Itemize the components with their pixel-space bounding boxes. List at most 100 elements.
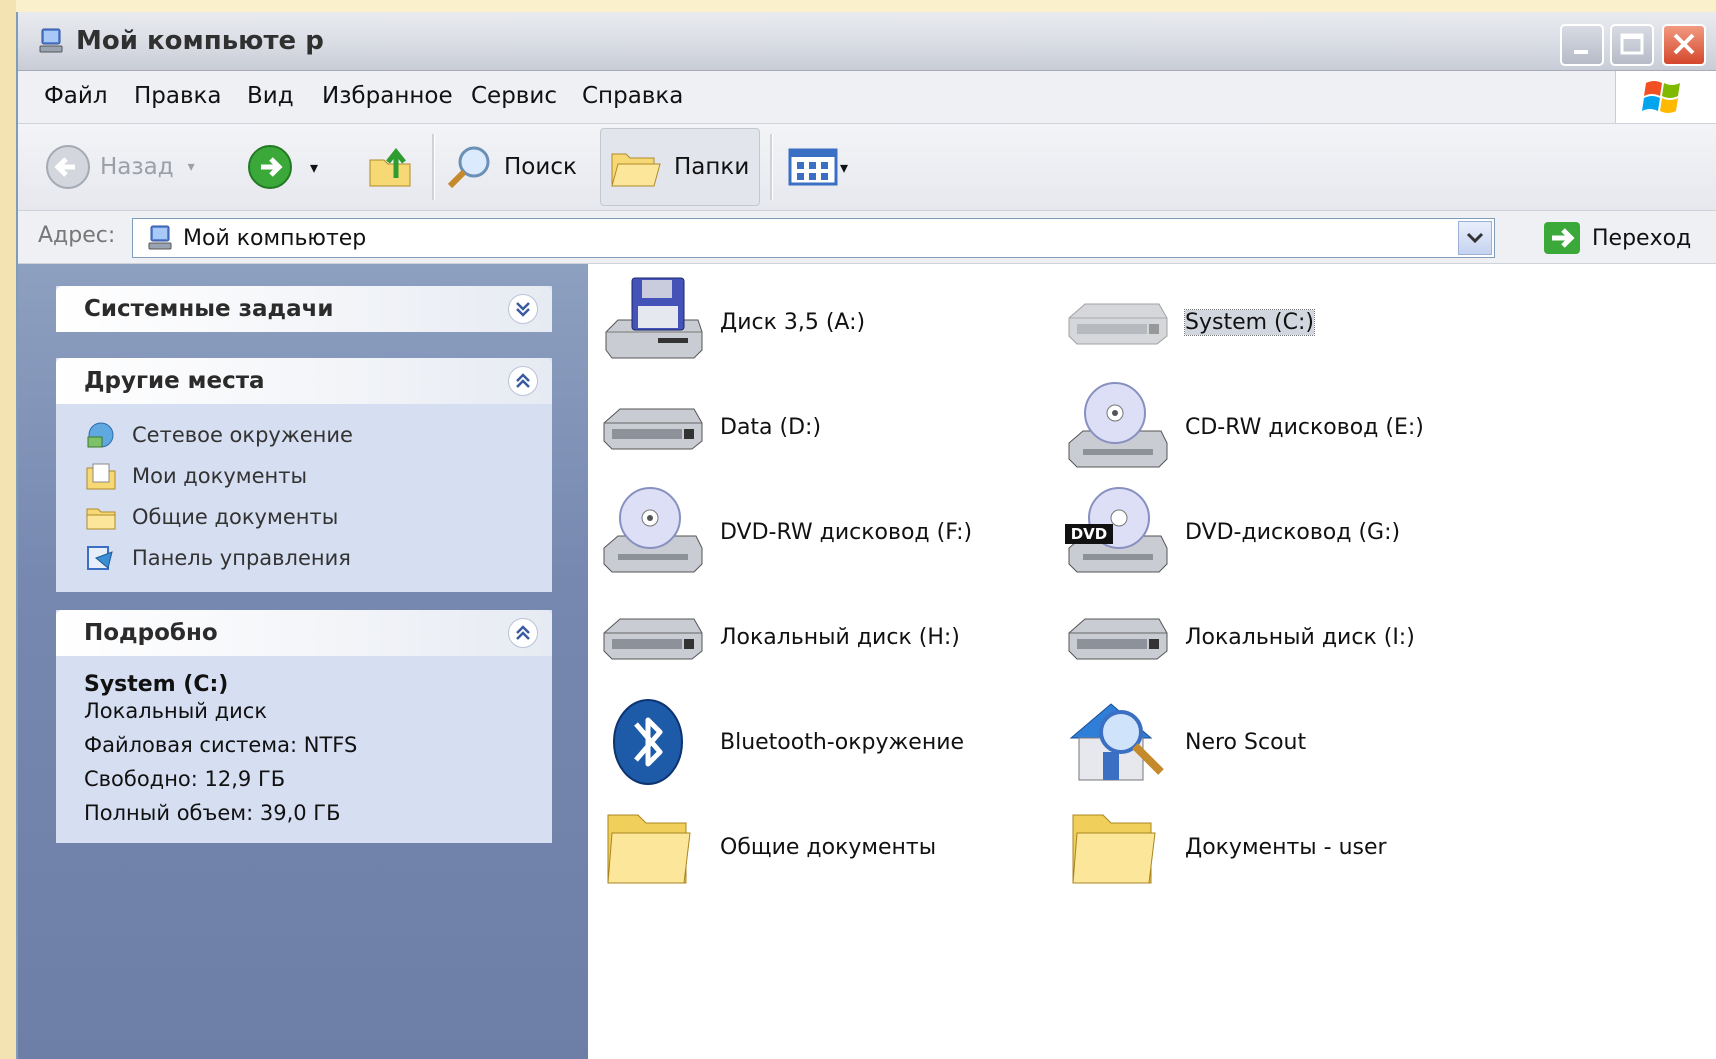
drive-f[interactable]: DVD-RW дисковод (F:) <box>598 484 972 580</box>
minimize-button[interactable] <box>1560 24 1604 66</box>
system-tasks-header[interactable]: Системные задачи <box>56 286 552 332</box>
user-documents[interactable]: Документы - user <box>1063 799 1387 895</box>
back-button[interactable]: Назад ▾ <box>42 142 195 192</box>
expand-icon[interactable] <box>508 294 538 324</box>
address-bar: Адрес: Мой компьютер Переход <box>18 211 1716 264</box>
hard-drive-icon <box>1068 303 1168 345</box>
drive-h[interactable]: Локальный диск (H:) <box>598 589 960 685</box>
content-area: Диск 3,5 (A:) System (C:) Data (D:) CD-R… <box>588 264 1716 1059</box>
other-places-panel: Другие места Сетевое окружение Мои докум… <box>56 358 552 592</box>
dvd-drive-icon: DVD <box>1065 487 1168 573</box>
details-panel: Подробно System (C:) Локальный диск Файл… <box>56 610 552 843</box>
address-dropdown-button[interactable] <box>1458 221 1492 255</box>
item-label: CD-RW дисковод (E:) <box>1185 414 1424 440</box>
go-button[interactable]: Переход <box>1542 218 1691 258</box>
details-total-size: Полный объем: 39,0 ГБ <box>84 801 341 825</box>
folder-icon <box>1072 814 1156 884</box>
system-tasks-panel: Системные задачи <box>56 286 552 332</box>
menu-help[interactable]: Справка <box>582 83 683 109</box>
drive-a[interactable]: Диск 3,5 (A:) <box>598 274 865 370</box>
item-label: Nero Scout <box>1185 729 1307 755</box>
folders-icon <box>611 153 661 187</box>
item-label: DVD-RW дисковод (F:) <box>720 519 973 545</box>
views-button[interactable]: ▾ <box>786 142 848 192</box>
forward-dropdown-icon[interactable]: ▾ <box>310 158 318 177</box>
drive-i[interactable]: Локальный диск (I:) <box>1063 589 1415 685</box>
windows-flag-icon <box>1642 81 1680 113</box>
toolbar: Назад ▾ ▾ Поиск Папки ▾ <box>18 124 1716 211</box>
folder-icon <box>86 508 116 529</box>
bluetooth-places[interactable]: Bluetooth-окружение <box>598 694 964 790</box>
maximize-button[interactable] <box>1610 24 1654 66</box>
views-icon <box>788 148 838 186</box>
menu-file[interactable]: Файл <box>44 83 108 109</box>
hard-drive-icon <box>603 618 703 660</box>
folder-icon <box>607 814 691 884</box>
other-places-header[interactable]: Другие места <box>56 358 552 404</box>
place-my-documents[interactable]: Мои документы <box>84 455 526 496</box>
title-bar[interactable]: Мой компьюте р <box>18 12 1716 71</box>
collapse-icon[interactable] <box>508 618 538 648</box>
menu-view[interactable]: Вид <box>247 83 294 109</box>
item-label: Документы - user <box>1185 834 1387 860</box>
menu-favorites[interactable]: Избранное <box>322 83 453 109</box>
bluetooth-icon <box>613 699 683 785</box>
cd-drive-icon <box>603 487 703 573</box>
svg-text:DVD: DVD <box>1071 525 1108 543</box>
item-label: Локальный диск (H:) <box>720 624 960 650</box>
collapse-icon[interactable] <box>508 366 538 396</box>
views-dropdown-icon[interactable]: ▾ <box>840 158 848 177</box>
back-arrow-icon <box>46 145 90 189</box>
menu-bar: Файл Правка Вид Избранное Сервис Справка <box>18 71 1716 124</box>
place-network[interactable]: Сетевое окружение <box>84 414 526 455</box>
details-name: System (C:) <box>84 672 229 697</box>
item-label: Диск 3,5 (A:) <box>720 309 866 335</box>
drive-e[interactable]: CD-RW дисковод (E:) <box>1063 379 1424 475</box>
forward-arrow-icon <box>248 145 292 189</box>
back-dropdown-icon[interactable]: ▾ <box>188 159 195 175</box>
system-tasks-title: Системные задачи <box>84 296 334 322</box>
place-control-panel[interactable]: Панель управления <box>84 537 526 578</box>
menu-tools[interactable]: Сервис <box>471 83 557 109</box>
drive-d[interactable]: Data (D:) <box>598 379 821 475</box>
details-header[interactable]: Подробно <box>56 610 552 656</box>
cd-drive-icon <box>1068 382 1168 468</box>
item-label: Data (D:) <box>720 414 822 440</box>
hard-drive-icon <box>603 408 703 450</box>
folders-button-content[interactable]: Папки <box>608 142 749 192</box>
item-label: DVD-дисковод (G:) <box>1185 519 1401 545</box>
control-panel-icon <box>87 545 113 570</box>
floppy-drive-icon <box>605 277 703 359</box>
item-label: System (C:) <box>1184 308 1315 336</box>
folders-label: Папки <box>674 154 750 180</box>
nero-scout[interactable]: Nero Scout <box>1063 694 1306 790</box>
minimize-icon <box>1574 50 1588 54</box>
forward-button[interactable]: ▾ <box>244 142 318 192</box>
maximize-icon <box>1620 33 1644 55</box>
details-free-space: Свободно: 12,9 ГБ <box>84 767 286 791</box>
menu-edit[interactable]: Правка <box>134 83 222 109</box>
place-label: Общие документы <box>132 504 339 529</box>
nero-scout-icon <box>1069 703 1164 781</box>
address-value: Мой компьютер <box>183 226 367 251</box>
explorer-window: Мой компьюте р Файл Правка Вид Избранное… <box>16 12 1716 1059</box>
toolbar-separator <box>432 134 435 200</box>
drive-c[interactable]: System (C:) <box>1063 274 1315 370</box>
details-title: Подробно <box>84 620 218 646</box>
chevron-down-icon <box>1466 232 1484 244</box>
up-folder-button[interactable] <box>366 142 418 192</box>
other-places-title: Другие места <box>84 368 265 394</box>
window-title: Мой компьюте р <box>76 26 324 56</box>
my-documents-icon <box>86 463 116 489</box>
drive-g[interactable]: DVD DVD-дисковод (G:) <box>1063 484 1400 580</box>
shared-documents[interactable]: Общие документы <box>598 799 936 895</box>
item-label: Bluetooth-окружение <box>720 729 965 755</box>
item-label: Общие документы <box>720 834 937 860</box>
close-button[interactable] <box>1662 24 1706 66</box>
address-input[interactable]: Мой компьютер <box>132 218 1495 258</box>
place-shared-documents[interactable]: Общие документы <box>84 496 526 537</box>
search-button[interactable]: Поиск <box>442 142 577 192</box>
other-places-list: Сетевое окружение Мои документы Общие до… <box>56 404 552 592</box>
details-type: Локальный диск <box>84 699 268 723</box>
toolbar-separator <box>770 134 773 200</box>
